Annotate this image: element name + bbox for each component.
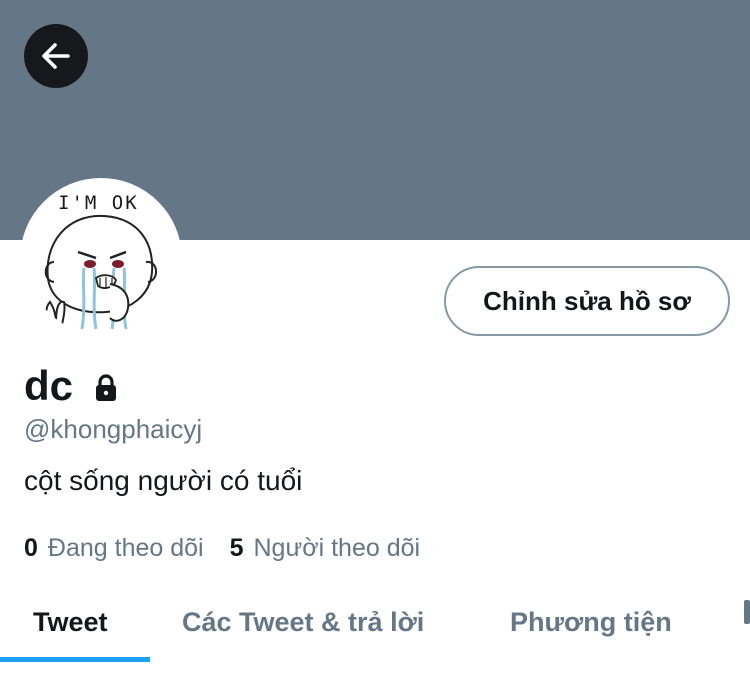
- followers-label: Người theo dõi: [253, 534, 421, 562]
- profile-handle: @khongphaicyj: [24, 414, 203, 444]
- avatar-image: I'M OK: [26, 184, 176, 334]
- tab-tweets-and-replies[interactable]: Các Tweet & trả lời: [182, 582, 424, 662]
- edit-profile-button[interactable]: Chỉnh sửa hồ sơ: [444, 266, 730, 336]
- tab-tweets[interactable]: Tweet: [33, 582, 108, 662]
- back-button[interactable]: [24, 24, 88, 88]
- following-stat[interactable]: 0 Đang theo dõi: [24, 532, 204, 564]
- avatar[interactable]: I'M OK: [20, 178, 182, 340]
- profile-tabs: Tweet Các Tweet & trả lời Phương tiện: [0, 582, 750, 662]
- profile-name-row: dc: [24, 360, 121, 412]
- arrow-left-icon: [42, 43, 70, 69]
- avatar-caption: I'M OK: [58, 192, 139, 214]
- followers-count: 5: [229, 534, 244, 562]
- profile-bio: cột sống người có tuổi: [24, 465, 303, 496]
- tab-media[interactable]: Phương tiện: [510, 582, 672, 662]
- active-tab-indicator: [0, 657, 150, 662]
- profile-name: dc: [24, 362, 74, 409]
- lock-icon: [96, 374, 117, 401]
- followers-stat[interactable]: 5 Người theo dõi: [230, 532, 420, 564]
- profile-stats: 0 Đang theo dõi 5 Người theo dõi: [24, 532, 420, 564]
- following-count: 0: [24, 534, 38, 562]
- tab-overflow-edge[interactable]: [744, 600, 750, 624]
- following-label: Đang theo dõi: [47, 534, 204, 562]
